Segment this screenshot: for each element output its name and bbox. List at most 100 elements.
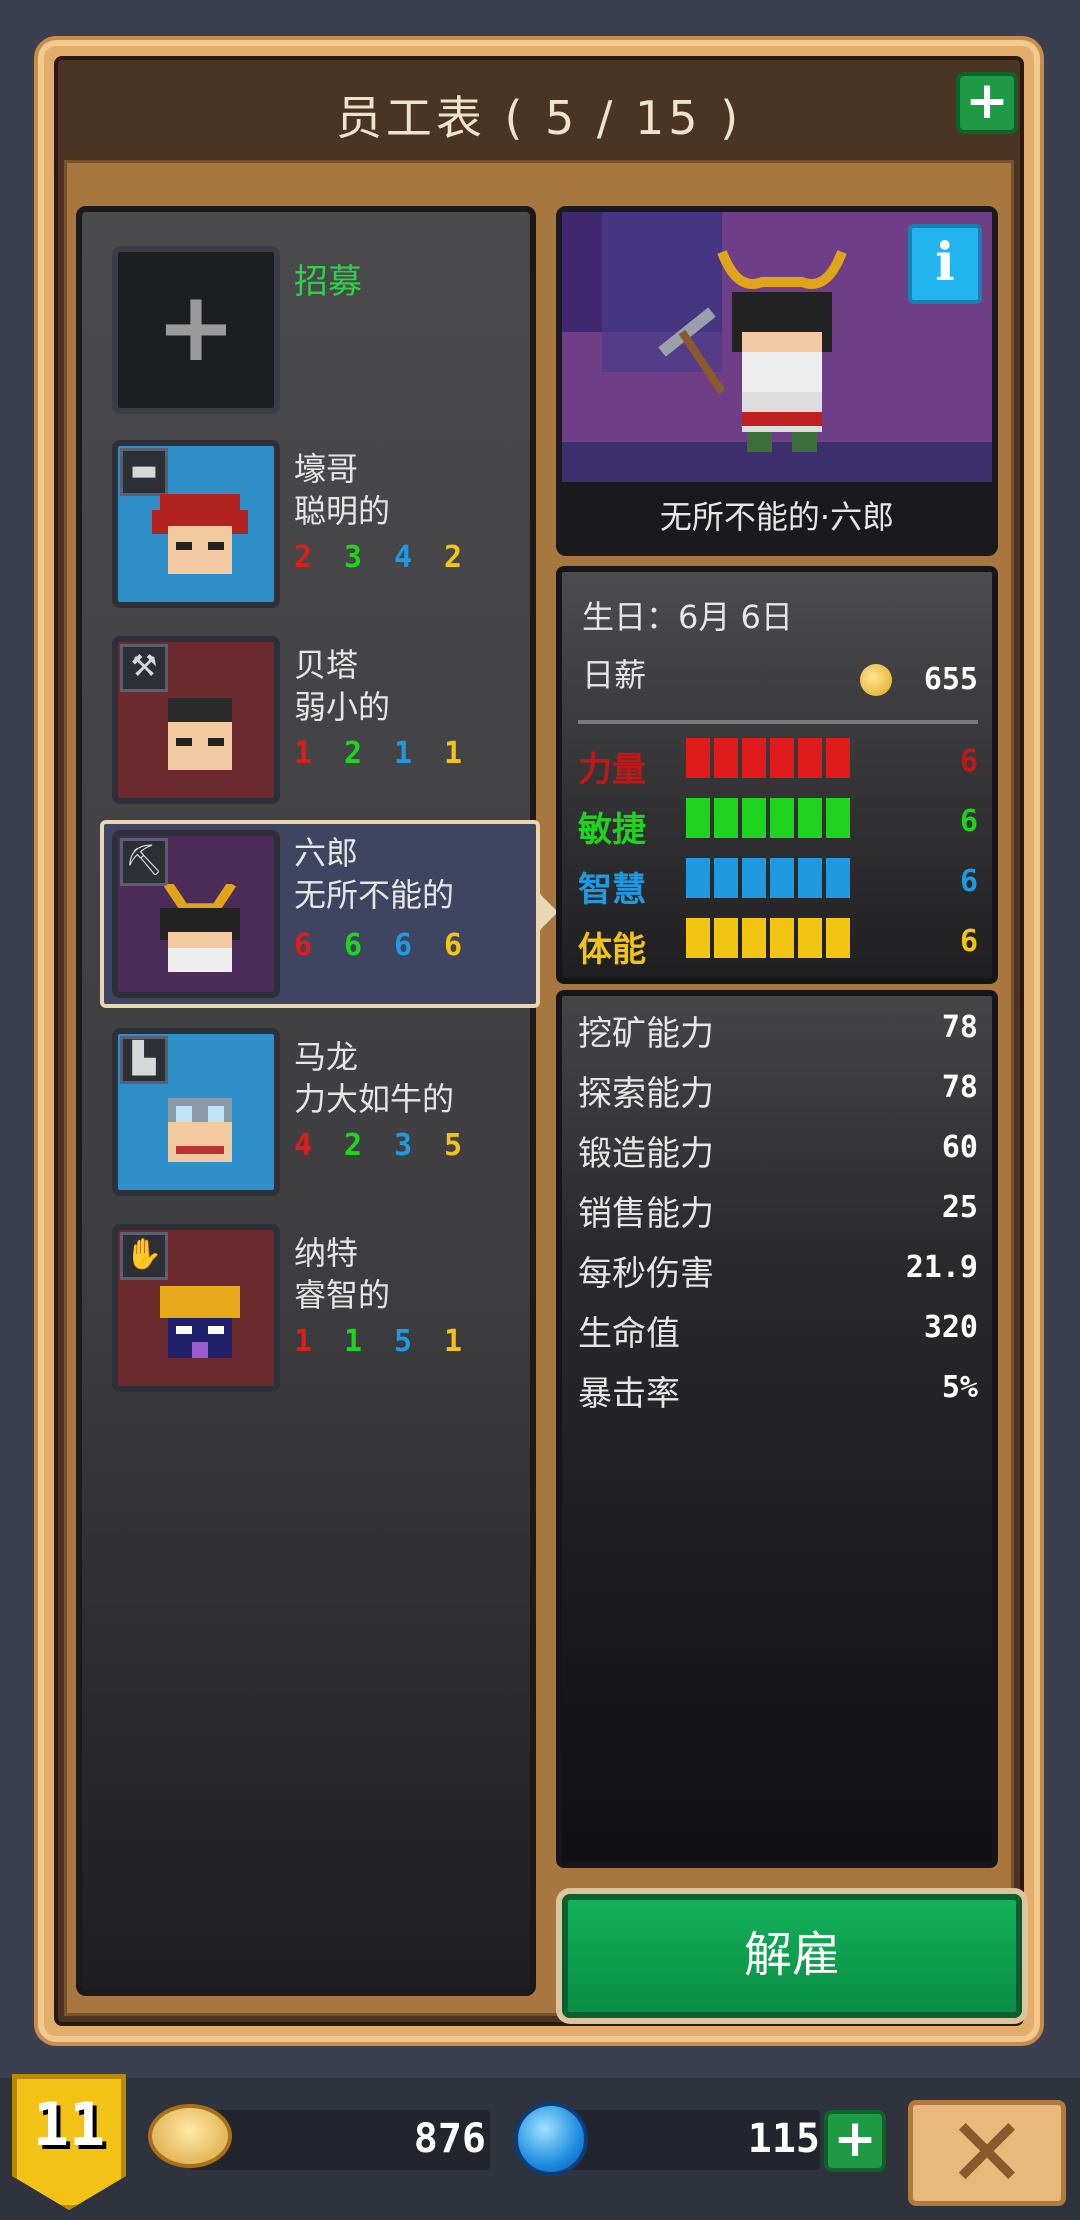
strength-value: 2 [294,540,313,575]
attribute-bar-segment [770,798,794,838]
attribute-row-stamina: 体能 6 [578,918,978,970]
ability-row: 销售能力 25 [578,1186,978,1236]
attribute-bar-segment [686,798,710,838]
avatar: ▬ [112,440,280,608]
employee-stats: 2342 [294,540,494,575]
attributes-panel: 生日：6月 6日 日薪 655 力量 6 敏捷 6 智慧 6 体能 6 [556,566,998,984]
attribute-bar-segment [826,918,850,958]
ability-value: 25 [941,1190,978,1225]
attribute-bar-segment [686,858,710,898]
page-title: 员工表 ( 5 / 15 ) [335,91,743,145]
attribute-label: 体能 [578,930,646,970]
list-item[interactable]: ✋ 纳特 睿智的 1151 [112,1224,522,1399]
attribute-value: 6 [959,864,978,899]
attribute-bar-segment [714,918,738,958]
attribute-bar-segment [798,738,822,778]
employee-list: + 招募 ▬ 壕哥 聪明的 2342 ⚒ 贝塔 弱小的 1211 ⛏ 六郎 无所… [76,206,558,1996]
attribute-bar-segment [826,798,850,838]
ability-row: 每秒伤害 21.9 [578,1246,978,1296]
attribute-bar-segment [798,918,822,958]
employee-stats: 1151 [294,1324,494,1359]
intelligence-value: 6 [394,928,413,963]
agility-value: 6 [344,928,363,963]
intelligence-value: 3 [394,1128,413,1163]
agility-value: 1 [344,1324,363,1359]
info-button[interactable]: i [908,224,982,304]
employee-face [168,1098,232,1162]
ability-row: 暴击率 5% [578,1366,978,1416]
employee-name: 壕哥 [294,450,359,488]
abilities-panel: 挖矿能力 78 探索能力 78 锻造能力 60 销售能力 25 每秒伤害 21.9 生命值… [556,990,998,1868]
close-button[interactable]: ✕ [908,2100,1066,2206]
salary-value: 655 [923,662,978,697]
strength-value: 6 [294,928,313,963]
ability-row: 挖矿能力 78 [578,1006,978,1056]
ability-label: 生命值 [578,1314,680,1354]
employee-face [160,884,240,972]
avatar: ⛏ [112,830,280,998]
fire-button[interactable]: 解雇 [562,1894,1022,2018]
employee-trait: 弱小的 [294,688,391,726]
attribute-bar-segment [742,918,766,958]
divider [578,720,978,724]
attribute-bar-segment [742,798,766,838]
employee-name: 纳特 [294,1234,359,1272]
recruit-button[interactable]: + [112,246,280,414]
attribute-bar-segment [798,798,822,838]
intelligence-value: 1 [394,736,413,771]
hand-icon: ✋ [120,1232,168,1280]
attribute-bar-segment [798,858,822,898]
attribute-bar-segment [686,918,710,958]
add-employee-slot-button[interactable]: + [956,72,1018,134]
boot-icon: ▙ [120,1036,168,1084]
attribute-bar-segment [770,918,794,958]
attribute-bar-segment [714,798,738,838]
bed-icon: ▬ [120,448,168,496]
birthday-text: 生日：6月 6日 [582,598,793,636]
employee-name: 六郎 [294,834,359,872]
hammer-icon: ⚒ [120,644,168,692]
ability-label: 挖矿能力 [578,1014,714,1054]
ability-row: 锻造能力 60 [578,1126,978,1176]
attribute-value: 6 [959,804,978,839]
ability-value: 78 [941,1010,978,1045]
employee-stats: 4235 [294,1128,494,1163]
employee-face [168,698,232,770]
ability-row: 探索能力 78 [578,1066,978,1116]
list-item[interactable]: ▬ 壕哥 聪明的 2342 [112,440,522,615]
attribute-bar [686,798,866,838]
plus-icon: + [155,271,237,383]
avatar: ⚒ [112,636,280,804]
attribute-bar-segment [826,858,850,898]
employee-name: 贝塔 [294,646,359,684]
attribute-label: 智慧 [578,870,646,910]
list-item[interactable]: ▙ 马龙 力大如牛的 4235 [112,1028,522,1203]
attribute-value: 6 [959,744,978,779]
add-gems-button[interactable]: + [824,2110,886,2172]
intelligence-value: 4 [394,540,413,575]
attribute-bar-segment [770,858,794,898]
ability-value: 320 [923,1310,978,1345]
stamina-value: 6 [444,928,463,963]
ability-row: 生命值 320 [578,1306,978,1356]
gold-coin-icon [860,664,892,696]
list-item[interactable]: ⚒ 贝塔 弱小的 1211 [112,636,522,811]
agility-value: 2 [344,736,363,771]
attribute-bar [686,918,866,958]
salary-label: 日薪 [582,656,647,694]
recruit-label[interactable]: 招募 [294,254,362,303]
attribute-bar-segment [742,858,766,898]
employee-trait: 力大如牛的 [294,1080,455,1118]
employee-stats: 1211 [294,736,494,771]
employee-stats: 6666 [294,928,494,963]
ability-value: 60 [941,1130,978,1165]
attribute-value: 6 [959,924,978,959]
level-value: 11 [32,2090,106,2160]
list-item-selected[interactable]: ⛏ 六郎 无所不能的 6666 [100,820,558,1008]
ability-label: 探索能力 [578,1074,714,1114]
intelligence-value: 5 [394,1324,413,1359]
ability-label: 销售能力 [578,1194,714,1234]
attribute-bar-segment [770,738,794,778]
employee-trait: 聪明的 [294,492,391,530]
agility-value: 2 [344,1128,363,1163]
